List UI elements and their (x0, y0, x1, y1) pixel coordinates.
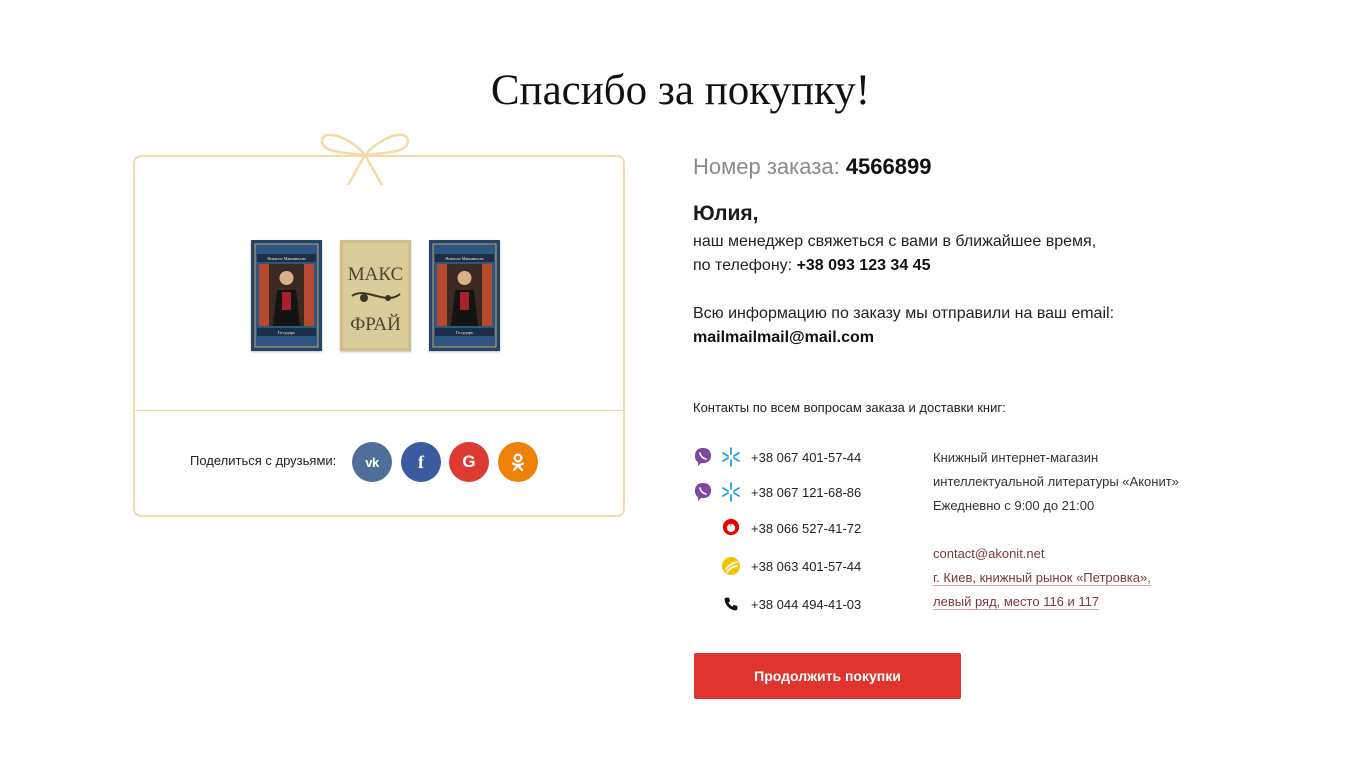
book-title: Государь (278, 330, 295, 335)
order-gift-box: Никколо Макиавелли Государь МАКС ФРАЙ Ни… (133, 133, 625, 517)
contact-phone-number[interactable]: +38 044 494-41-03 (751, 597, 861, 612)
gift-box-divider (135, 410, 623, 411)
book-cover-image: Никколо Макиавелли Государь (429, 240, 500, 351)
viber-icon (695, 448, 711, 466)
contact-phone-number[interactable]: +38 067 121-68-86 (751, 485, 861, 500)
book-title: Государь (456, 330, 473, 335)
email-message: Всю информацию по заказу мы отправили на… (693, 305, 1115, 322)
customer-name: Юлия, (693, 202, 759, 225)
book-cover[interactable]: МАКС ФРАЙ (340, 240, 411, 351)
vodafone-icon (722, 518, 740, 536)
contact-phone-number[interactable]: +38 063 401-57-44 (751, 559, 861, 574)
order-number-line: Номер заказа: 4566899 (693, 154, 931, 180)
shop-address-link[interactable]: левый ряд, место 116 и 117 (933, 590, 1100, 614)
shop-address-link[interactable]: г. Киев, книжный рынок «Петровка», (933, 566, 1151, 590)
book-author: Никколо Макиавелли (267, 256, 306, 261)
shop-address-line[interactable]: левый ряд, место 116 и 117 (933, 594, 1100, 610)
vk-icon: vk (365, 454, 379, 470)
book-cover[interactable]: Никколо Макиавелли Государь (251, 240, 322, 351)
shop-name-line: интеллектуальной литературы «Аконит» (933, 474, 1179, 489)
continue-shopping-button[interactable]: Продолжить покупки (694, 653, 961, 699)
shop-address-line[interactable]: г. Киев, книжный рынок «Петровка», (933, 570, 1151, 586)
kyivstar-icon (722, 482, 740, 502)
share-label: Поделиться с друзьями: (190, 453, 337, 468)
book-title: ФРАЙ (350, 314, 401, 335)
facebook-icon: f (418, 451, 424, 472)
customer-phone: +38 093 123 34 45 (796, 257, 931, 274)
ordered-books: Никколо Макиавелли Государь МАКС ФРАЙ Ни… (135, 157, 623, 410)
contacts-heading: Контакты по всем вопросам заказа и доста… (693, 400, 1006, 415)
google-icon: G (462, 452, 476, 471)
landline-phone-icon (724, 597, 738, 611)
share-google-button[interactable]: G (449, 442, 489, 482)
share-facebook-button[interactable]: f (401, 442, 441, 482)
book-cover[interactable]: Никколо Макиавелли Государь (429, 240, 500, 351)
phone-label: по телефону: (693, 257, 793, 274)
odnoklassniki-icon (511, 453, 525, 471)
phone-line: по телефону: +38 093 123 34 45 (693, 257, 930, 275)
kyivstar-icon (722, 447, 740, 467)
lifecell-icon (722, 557, 740, 575)
share-odnoklassniki-button[interactable] (498, 442, 538, 482)
book-author: МАКС (348, 264, 404, 285)
book-author: Никколо Макиавелли (445, 256, 484, 261)
page-title: Спасибо за покупку! (490, 67, 871, 114)
order-number-value: 4566899 (845, 154, 932, 179)
viber-icon (695, 483, 711, 501)
order-number-label: Номер заказа: (693, 154, 840, 179)
shop-hours: Ежедневно с 9:00 до 21:00 (933, 498, 1095, 513)
shop-name-line: Книжный интернет-магазин (933, 450, 1099, 465)
manager-message: наш менеджер свяжеться с вами в ближайше… (693, 233, 1097, 250)
share-vk-button[interactable]: vk (352, 442, 392, 482)
contact-phone-number[interactable]: +38 067 401-57-44 (751, 450, 861, 465)
customer-email: mailmailmail@mail.com (693, 329, 875, 346)
book-cover-image: МАКС ФРАЙ (340, 240, 411, 351)
shop-email-link[interactable]: contact@akonit.net (933, 542, 1044, 566)
contact-phone-number[interactable]: +38 066 527-41-72 (751, 521, 861, 536)
book-cover-image: Никколо Макиавелли Государь (251, 240, 322, 351)
